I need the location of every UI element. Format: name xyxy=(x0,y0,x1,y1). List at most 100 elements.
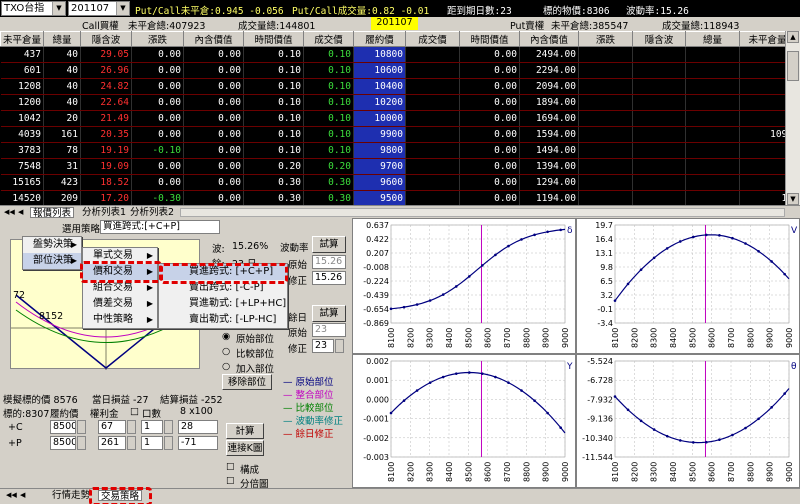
column-header[interactable]: 內含價值 xyxy=(183,31,244,47)
column-header[interactable]: 履約價 xyxy=(353,31,406,47)
table-row[interactable]: 15165 423 18.52 0.00 0.00 0.30 0.30 9600 0.00 129… xyxy=(0,174,796,191)
split-checkbox-icon[interactable]: ☐ xyxy=(226,476,235,487)
column-header[interactable]: 未平倉量 xyxy=(0,31,44,47)
y-tick-label: 0.637 xyxy=(366,221,389,230)
premium-header: 權利金 xyxy=(90,409,119,420)
curve-point xyxy=(744,242,747,245)
scroll-down-icon[interactable]: ▼ xyxy=(787,193,799,205)
table-row[interactable]: 601 40 26.96 0.00 0.00 0.10 0.10 10600 0.00 2294.… xyxy=(0,62,796,79)
curve-point xyxy=(441,293,445,296)
table-row[interactable]: 7548 31 19.09 0.00 0.00 0.20 0.20 9700 0.00 1394.… xyxy=(0,158,796,175)
remove-position-button[interactable]: 移除部位 xyxy=(222,374,272,390)
table-row[interactable]: 4039 161 20.35 0.00 0.00 0.10 0.10 9900 0.00 1594… xyxy=(0,126,796,143)
column-header[interactable]: 時間價值 xyxy=(243,31,304,47)
radio-original-icon[interactable]: ◉ xyxy=(222,331,230,342)
column-header[interactable]: 總量 xyxy=(43,31,81,47)
menu-short-straddle[interactable]: 賣出跨式: [-C-P] xyxy=(159,280,287,296)
tab-trade-strategy[interactable]: 交易策略 xyxy=(98,490,143,502)
put-strike-field[interactable]: 8500 xyxy=(50,436,76,450)
scroll-up-icon[interactable]: ▲ xyxy=(787,31,799,43)
column-header[interactable]: 時間價值 xyxy=(459,31,520,47)
chevron-down-icon[interactable]: ▼ xyxy=(116,2,129,15)
put-strike-spinner[interactable] xyxy=(77,436,86,450)
table-cell xyxy=(632,110,686,127)
menu-market-decision[interactable]: 盤勢決策 ▶ xyxy=(23,237,81,253)
table-row[interactable]: 1042 20 21.49 0.00 0.00 0.10 0.10 10000 0.00 1694… xyxy=(0,110,796,127)
chevron-down-icon[interactable]: ▼ xyxy=(52,2,65,15)
table-row[interactable]: 3783 78 19.19 -0.10 0.00 0.10 0.10 9800 0.00 1494… xyxy=(0,142,796,159)
table-cell: 26.96 xyxy=(80,62,132,79)
tab-analysis-1[interactable]: 分析列表1 xyxy=(80,207,128,218)
curve-point xyxy=(415,389,419,392)
table-cell xyxy=(685,190,740,205)
column-header[interactable]: 漲跌 xyxy=(578,31,633,47)
column-header[interactable]: 內含價值 xyxy=(519,31,579,47)
tab-nav-prev-icon[interactable]: ◀ xyxy=(16,207,25,218)
tab-quote-list[interactable]: 報價列表 xyxy=(30,207,75,219)
menu-spread-trade[interactable]: 價差交易 ▶ xyxy=(83,296,157,312)
y-tick-label: 13.1 xyxy=(595,249,613,258)
column-header[interactable]: 成交價 xyxy=(303,31,354,47)
compose-checkbox-icon[interactable]: ☐ xyxy=(226,462,235,473)
call-strike-spinner[interactable] xyxy=(77,420,86,434)
call-qty-field[interactable]: 1 xyxy=(141,420,163,434)
menu-combo-trade[interactable]: 組合交易 ▶ xyxy=(83,280,157,296)
menu-position-decision[interactable]: 部位決策 ▶ xyxy=(23,253,81,269)
put-premium-spinner[interactable] xyxy=(127,436,136,450)
scroll-thumb[interactable] xyxy=(787,51,799,81)
tab-nav-first-icon[interactable]: ◀◀ xyxy=(2,207,17,218)
x-tick-label: 8300 xyxy=(650,462,659,482)
call-premium-spinner[interactable] xyxy=(127,420,136,434)
x-tick-label: 9000 xyxy=(561,328,570,348)
call-qty-spinner[interactable] xyxy=(164,420,173,434)
fix-days-field[interactable]: 23 xyxy=(312,339,334,353)
strike-header: 履約價 xyxy=(50,409,79,420)
table-row[interactable]: 1208 40 24.82 0.00 0.00 0.10 0.10 10400 0.00 2094… xyxy=(0,78,796,95)
column-header[interactable]: 漲跌 xyxy=(131,31,184,47)
radio-compare-icon[interactable]: ○ xyxy=(222,346,230,357)
x-tick-label: 8800 xyxy=(522,462,531,482)
column-header[interactable]: 總量 xyxy=(685,31,740,47)
menu-neutral-strategy[interactable]: 中性策略 ▶ xyxy=(83,312,157,328)
call-strike-field[interactable]: 8500 xyxy=(50,420,76,434)
table-cell: 9900 xyxy=(353,126,406,143)
table-row[interactable]: 14520 209 17.20 -0.30 0.00 0.30 0.30 9500 0.00 11… xyxy=(0,190,796,205)
column-header[interactable]: 成交價 xyxy=(405,31,460,47)
put-premium-field[interactable]: 261 xyxy=(98,436,126,450)
calc-vol-button[interactable]: 試算 xyxy=(312,236,346,253)
put-qty-spinner[interactable] xyxy=(164,436,173,450)
column-header[interactable]: 隱含波 xyxy=(632,31,686,47)
radio-add-icon[interactable]: ○ xyxy=(222,361,230,372)
menu-long-strangle[interactable]: 買進勒式: [+LP+HC] xyxy=(159,296,287,312)
product-select[interactable]: TXO台指 ▼ xyxy=(1,1,66,16)
table-row[interactable]: 1200 40 22.64 0.00 0.00 0.10 0.10 10200 0.00 1894… xyxy=(0,94,796,111)
menu-long-straddle[interactable]: 買進跨式: [+C+P] xyxy=(159,264,287,280)
put-volume: 成交量總:118943 xyxy=(662,21,740,32)
bottom-nav-first-icon[interactable]: ◀◀ xyxy=(4,490,19,501)
qty-checkbox-icon[interactable]: □ xyxy=(130,406,139,417)
menu-single-trade[interactable]: 單式交易 ▶ xyxy=(83,248,157,264)
table-cell xyxy=(685,110,740,127)
column-header[interactable]: 隱含波 xyxy=(80,31,132,47)
table-scrollbar[interactable]: ▲ ▼ xyxy=(785,31,800,205)
table-cell xyxy=(405,158,460,175)
bottom-nav-prev-icon[interactable]: ◀ xyxy=(18,490,27,501)
app-window: TXO台指 ▼ 201107 ▼ Put/Call未平倉:0.945 -0.056 … xyxy=(0,0,800,504)
menu-price-sum-trade[interactable]: 價和交易 ▶ xyxy=(83,264,157,280)
menu-short-strangle[interactable]: 賣出勒式: [-LP-HC] xyxy=(159,312,287,328)
curve-point xyxy=(692,235,695,239)
table-row[interactable]: 437 40 29.05 0.00 0.00 0.10 0.10 10800 0.00 2494.… xyxy=(0,46,796,63)
month-select[interactable]: 201107 ▼ xyxy=(68,1,130,16)
curve-point xyxy=(744,426,747,430)
days-spinner[interactable] xyxy=(335,339,344,353)
horizontal-scrollbar[interactable] xyxy=(180,208,785,217)
calculate-button[interactable]: 計算 xyxy=(226,423,264,439)
fix-vol-field[interactable]: 15.26 xyxy=(312,271,346,285)
put-qty-field[interactable]: 1 xyxy=(141,436,163,450)
calc-days-button[interactable]: 試算 xyxy=(312,305,346,322)
strategy-field[interactable]: 買進跨式:[+C+P] xyxy=(100,220,220,234)
tab-analysis-2[interactable]: 分析列表2 xyxy=(128,207,176,218)
call-premium-field[interactable]: 67 xyxy=(98,420,126,434)
link-kchart-button[interactable]: 連接K圖 xyxy=(226,440,264,456)
tab-market-trend[interactable]: 行情走勢 xyxy=(50,490,92,501)
